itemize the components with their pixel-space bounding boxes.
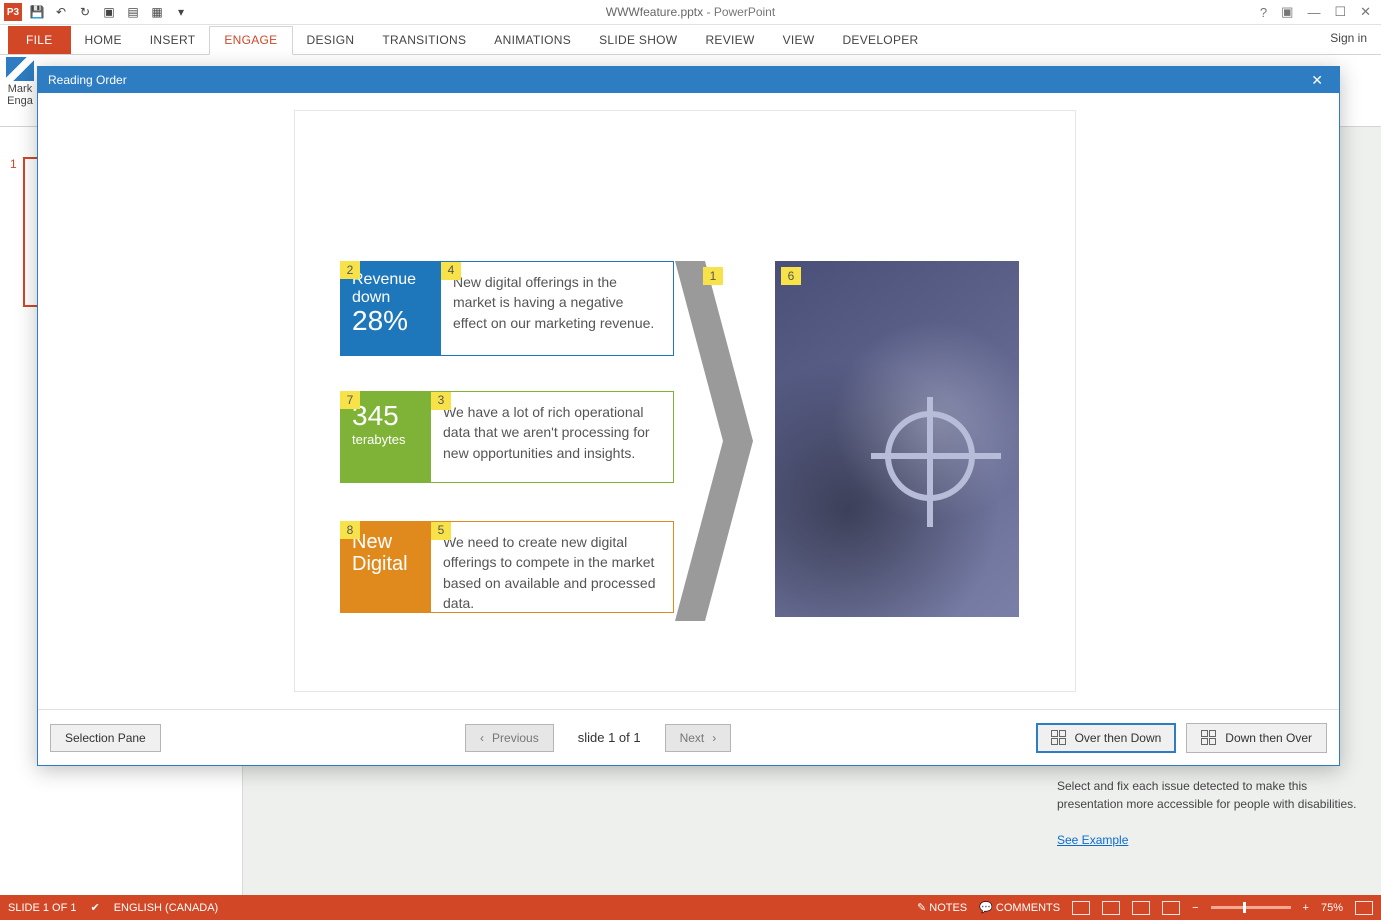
tile-terabytes-value: 345 bbox=[352, 401, 418, 432]
big-arrow-shape[interactable]: 1 bbox=[675, 261, 755, 621]
zoom-slider[interactable] bbox=[1211, 906, 1291, 909]
desc-new-digital[interactable]: 5 We need to create new digital offering… bbox=[430, 521, 674, 613]
grid-icon bbox=[1201, 730, 1217, 746]
desc-terabytes-text: We have a lot of rich operational data t… bbox=[443, 404, 650, 461]
tile-revenue-head: Revenue down bbox=[352, 271, 428, 306]
dialog-body: 2 Revenue down 28% 4 New digital offerin… bbox=[38, 93, 1339, 709]
tab-transitions[interactable]: TRANSITIONS bbox=[368, 27, 480, 54]
app-name: PowerPoint bbox=[714, 5, 775, 19]
slide-position-label: slide 1 of 1 bbox=[564, 730, 655, 745]
tab-engage[interactable]: ENGAGE bbox=[209, 26, 292, 55]
tab-developer[interactable]: DEVELOPER bbox=[828, 27, 932, 54]
quick-access-toolbar: P3 💾 ↶ ↻ ▣ ▤ ▦ ▾ bbox=[0, 3, 190, 21]
tile-terabytes-unit: terabytes bbox=[352, 432, 418, 447]
desc-revenue-text: New digital offerings in the market is h… bbox=[453, 274, 654, 331]
redo-icon[interactable]: ↻ bbox=[76, 3, 94, 21]
mark-engage-icon bbox=[6, 57, 34, 81]
status-language[interactable]: ENGLISH (CANADA) bbox=[114, 902, 219, 914]
tile-revenue[interactable]: 2 Revenue down 28% bbox=[340, 261, 440, 356]
reading-view-icon[interactable] bbox=[1132, 901, 1150, 915]
save-icon[interactable]: 💾 bbox=[28, 3, 46, 21]
thumbnail-number: 1 bbox=[10, 157, 17, 307]
qat-icon-2[interactable]: ▤ bbox=[124, 3, 142, 21]
zoom-level[interactable]: 75% bbox=[1321, 902, 1343, 914]
desc-new-digital-text: We need to create new digital offerings … bbox=[443, 534, 656, 611]
down-then-over-button[interactable]: Down then Over bbox=[1186, 723, 1327, 753]
tab-design[interactable]: DESIGN bbox=[293, 27, 369, 54]
dialog-title-text: Reading Order bbox=[48, 73, 127, 87]
maximize-icon[interactable]: ☐ bbox=[1334, 4, 1346, 20]
tile-new-digital-head: New Digital bbox=[352, 531, 418, 575]
desc-revenue[interactable]: 4 New digital offerings in the market is… bbox=[440, 261, 674, 356]
mark-engage-button[interactable]: Mark Enga bbox=[6, 57, 34, 107]
ribbon-options-icon[interactable]: ▣ bbox=[1281, 4, 1293, 20]
slideshow-view-icon[interactable] bbox=[1162, 901, 1180, 915]
over-then-down-button[interactable]: Over then Down bbox=[1036, 723, 1177, 753]
tile-revenue-value: 28% bbox=[352, 306, 428, 337]
selection-pane-button[interactable]: Selection Pane bbox=[50, 724, 161, 752]
close-icon[interactable]: ✕ bbox=[1360, 4, 1371, 20]
tile-new-digital[interactable]: 8 New Digital bbox=[340, 521, 430, 613]
notes-button[interactable]: ✎ NOTES bbox=[917, 901, 967, 914]
zoom-out-button[interactable]: − bbox=[1192, 902, 1198, 914]
window-controls: ? ▣ — ☐ ✕ bbox=[1260, 4, 1381, 20]
tile-terabytes[interactable]: 7 345 terabytes bbox=[340, 391, 430, 483]
order-badge-5: 5 bbox=[431, 522, 451, 540]
tab-slideshow[interactable]: SLIDE SHOW bbox=[585, 27, 691, 54]
grid-icon bbox=[1051, 730, 1067, 746]
order-badge-7: 7 bbox=[340, 391, 360, 409]
tab-view[interactable]: VIEW bbox=[769, 27, 829, 54]
vault-wheel-icon bbox=[885, 411, 975, 501]
dialog-titlebar: Reading Order ✕ bbox=[38, 67, 1339, 93]
tab-file[interactable]: FILE bbox=[8, 26, 71, 54]
vault-image[interactable]: 6 bbox=[775, 261, 1019, 617]
dialog-close-button[interactable]: ✕ bbox=[1305, 70, 1329, 91]
order-badge-2: 2 bbox=[340, 261, 360, 279]
order-badge-4: 4 bbox=[441, 262, 461, 280]
fit-to-window-icon[interactable] bbox=[1355, 901, 1373, 915]
tab-home[interactable]: HOME bbox=[71, 27, 136, 54]
titlebar: P3 💾 ↶ ↻ ▣ ▤ ▦ ▾ WWWfeature.pptx - Power… bbox=[0, 0, 1381, 25]
normal-view-icon[interactable] bbox=[1072, 901, 1090, 915]
order-badge-6: 6 bbox=[781, 267, 801, 285]
comments-button[interactable]: 💬 COMMENTS bbox=[979, 901, 1060, 914]
desc-terabytes[interactable]: 3 We have a lot of rich operational data… bbox=[430, 391, 674, 483]
document-name: WWWfeature.pptx bbox=[606, 5, 703, 19]
order-badge-8: 8 bbox=[340, 521, 360, 539]
next-button[interactable]: Next › bbox=[665, 724, 732, 752]
ribbon-tabs: FILE HOME INSERT ENGAGE DESIGN TRANSITIO… bbox=[0, 25, 1381, 55]
accessibility-hint-pane: Select and fix each issue detected to ma… bbox=[1041, 767, 1381, 859]
dialog-footer: Selection Pane ‹ Previous slide 1 of 1 N… bbox=[38, 709, 1339, 765]
slide-sorter-view-icon[interactable] bbox=[1102, 901, 1120, 915]
spellcheck-icon[interactable]: ✔ bbox=[90, 901, 99, 914]
qat-icon-3[interactable]: ▦ bbox=[148, 3, 166, 21]
sign-in-link[interactable]: Sign in bbox=[1330, 31, 1367, 45]
status-slide[interactable]: SLIDE 1 OF 1 bbox=[8, 902, 76, 914]
qat-customize-icon[interactable]: ▾ bbox=[172, 3, 190, 21]
tab-animations[interactable]: ANIMATIONS bbox=[480, 27, 585, 54]
minimize-icon[interactable]: — bbox=[1307, 5, 1320, 20]
slide-canvas: 2 Revenue down 28% 4 New digital offerin… bbox=[295, 111, 1075, 691]
tab-insert[interactable]: INSERT bbox=[136, 27, 210, 54]
order-badge-3: 3 bbox=[431, 392, 451, 410]
previous-button[interactable]: ‹ Previous bbox=[465, 724, 554, 752]
accessibility-text: Select and fix each issue detected to ma… bbox=[1057, 777, 1365, 813]
chevron-left-icon: ‹ bbox=[480, 731, 484, 745]
window-title: WWWfeature.pptx - PowerPoint bbox=[0, 5, 1381, 19]
qat-icon-1[interactable]: ▣ bbox=[100, 3, 118, 21]
undo-icon[interactable]: ↶ bbox=[52, 3, 70, 21]
powerpoint-app-icon: P3 bbox=[4, 3, 22, 21]
reading-order-dialog: Reading Order ✕ 2 Revenue down 28% 4 New… bbox=[37, 66, 1340, 766]
order-badge-1: 1 bbox=[703, 267, 723, 285]
help-icon[interactable]: ? bbox=[1260, 5, 1267, 20]
chevron-right-icon: › bbox=[712, 731, 716, 745]
tab-review[interactable]: REVIEW bbox=[691, 27, 768, 54]
see-example-link[interactable]: See Example bbox=[1057, 833, 1128, 847]
status-bar: SLIDE 1 OF 1 ✔ ENGLISH (CANADA) ✎ NOTES … bbox=[0, 895, 1381, 920]
zoom-in-button[interactable]: + bbox=[1303, 902, 1309, 914]
